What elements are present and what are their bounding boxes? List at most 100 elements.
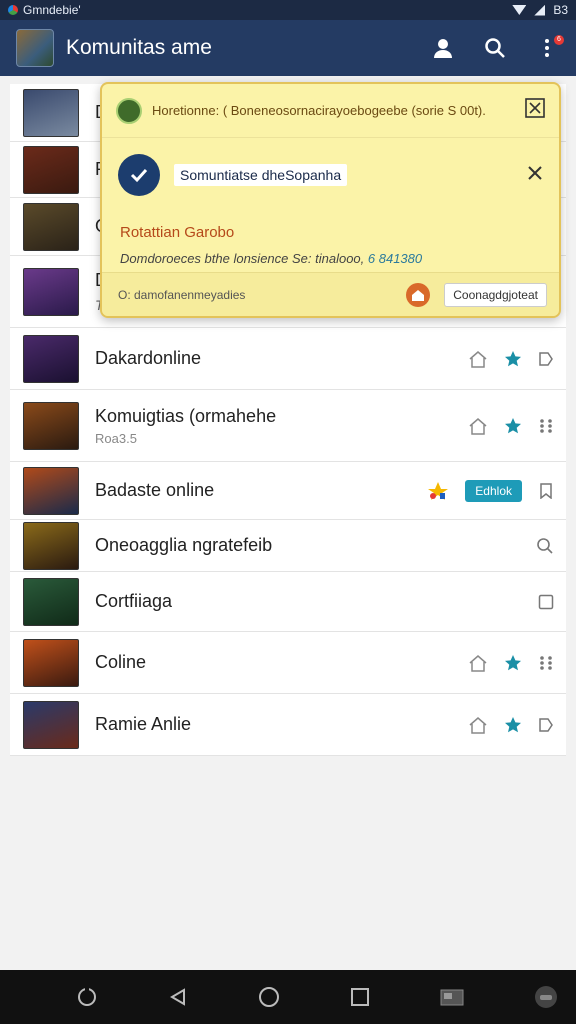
game-thumbnail — [23, 202, 79, 251]
more-vert-icon — [545, 39, 549, 57]
popup-body-title: Rotattian Garobo — [120, 224, 235, 241]
list-item-text: Komuigtias (ormahehe Roa3.5 — [95, 406, 468, 446]
media-icon[interactable] — [440, 987, 464, 1007]
person-icon — [434, 39, 452, 58]
status-app-name: Gmndebie' — [23, 3, 81, 17]
home-outline-icon[interactable] — [468, 654, 488, 672]
home-outline-icon[interactable] — [468, 716, 488, 734]
more-button[interactable]: 6 — [534, 35, 564, 61]
popup-card-title: Somuntiatse dheSopanha — [174, 164, 348, 186]
signal-icon — [534, 4, 546, 16]
list-item[interactable]: Dakardonline — [10, 328, 566, 390]
list-item[interactable]: Cortfiiaga — [10, 572, 566, 632]
popup-body-subtitle-text: Domdoroeces bthe lonsience Se: tinalooo, — [120, 251, 368, 266]
list-item-title: Ramie Anlie — [95, 714, 468, 735]
list-item[interactable]: Oneoagglia ngratefeib — [10, 520, 566, 572]
popup-footer: O: damofanenmeyadies Coonagdgjoteat — [102, 272, 559, 316]
close-button[interactable] — [527, 165, 543, 186]
list-item-title-text: Oneoagglia ngratefeib — [95, 535, 273, 555]
list-item-title-text: Cortfiiaga — [95, 591, 173, 611]
grid-icon[interactable] — [538, 418, 554, 434]
popup-header: Horetionne: ( Boneneosornacirayoebogeebe… — [102, 84, 559, 138]
list-item-title-text: Dakardonline — [95, 348, 202, 368]
bookmark-icon[interactable] — [538, 482, 554, 499]
close-box-icon — [525, 98, 545, 118]
game-thumbnail — [23, 466, 79, 515]
list-item-actions — [468, 716, 566, 734]
list-item[interactable]: Coline — [10, 632, 566, 694]
system-nav-bar — [0, 970, 576, 1024]
list-item-text: Ramie Anlie — [95, 714, 468, 735]
star-icon[interactable] — [504, 350, 522, 368]
list-item-title: Coline — [95, 652, 468, 673]
popup-action-button[interactable]: Coonagdgjoteat — [444, 282, 547, 307]
wifi-icon — [512, 5, 527, 15]
pin-icon — [427, 480, 449, 502]
home-outline-icon[interactable] — [468, 417, 488, 435]
list-item-text: Badaste online — [95, 480, 427, 501]
list-item-title-text: Badaste online — [95, 480, 215, 500]
recents-icon[interactable] — [350, 987, 370, 1007]
list-item-title-text: Ramie Anlie — [95, 714, 192, 734]
popup-body-number: 6 841380 — [367, 251, 423, 266]
app-logo[interactable] — [16, 29, 54, 67]
page-title: Komunitas ame — [66, 36, 212, 59]
list-item-title: Komuigtias (ormahehe — [95, 406, 468, 427]
list-item-title-text: Coline — [95, 652, 147, 672]
notification-popup: Horetionne: ( Boneneosornacirayoebogeebe… — [100, 82, 561, 318]
popup-body-subtitle: Domdoroeces bthe lonsience Se: tinalooo,… — [120, 251, 559, 266]
profile-button[interactable] — [430, 35, 456, 61]
list-item-actions — [468, 417, 566, 435]
search-button[interactable] — [482, 35, 508, 61]
tag-icon[interactable] — [538, 351, 554, 367]
home-outline-icon[interactable] — [468, 350, 488, 368]
list-item-text: Cortfiiaga — [95, 591, 538, 612]
game-thumbnail — [23, 700, 79, 749]
list-item-actions — [468, 350, 566, 368]
app-bar: Komunitas ame 6 — [0, 20, 576, 76]
game-thumbnail — [23, 267, 79, 316]
game-thumbnail — [23, 401, 79, 450]
game-thumbnail — [23, 88, 79, 137]
list-item-actions — [536, 537, 566, 555]
back-icon[interactable] — [168, 987, 188, 1007]
edit-button[interactable]: Edhlok — [465, 479, 522, 502]
notification-badge: 6 — [554, 35, 564, 45]
home-nav-icon[interactable] — [258, 986, 280, 1008]
popup-card: Somuntiatse dheSopanha — [102, 138, 559, 196]
checkbox-icon[interactable] — [538, 594, 554, 610]
home-icon[interactable] — [406, 282, 431, 307]
search-icon — [485, 38, 505, 58]
assistant-icon[interactable] — [76, 986, 98, 1008]
game-thumbnail — [23, 638, 79, 687]
popup-header-text: Horetionne: ( Boneneosornacirayoebogeebe… — [152, 103, 486, 118]
list-item-title: Cortfiiaga — [95, 591, 538, 612]
list-item-title-text: Komuigtias (ormahehe — [95, 405, 277, 426]
star-icon[interactable] — [504, 654, 522, 672]
list-item-actions — [468, 654, 566, 672]
game-controller-icon[interactable] — [534, 985, 558, 1009]
tag-icon[interactable] — [538, 717, 554, 733]
list-item[interactable]: Badaste online Edhlok — [10, 462, 566, 520]
list-item-title: Dakardonline — [95, 348, 468, 369]
list-item-title: Oneoagglia ngratefeib — [95, 535, 536, 556]
star-icon[interactable] — [504, 716, 522, 734]
game-thumbnail — [23, 577, 79, 626]
search-icon[interactable] — [536, 537, 554, 555]
list-item[interactable]: Ramie Anlie — [10, 694, 566, 756]
list-item-title: Badaste online — [95, 480, 427, 501]
check-icon — [118, 154, 160, 196]
avatar — [116, 97, 142, 124]
game-thumbnail — [23, 521, 79, 570]
list-item-text: Dakardonline — [95, 348, 468, 369]
popup-footer-note: O: damofanenmeyadies — [118, 287, 246, 302]
grid-icon[interactable] — [538, 655, 554, 671]
list-item-actions — [538, 594, 566, 610]
app-status-icon — [8, 5, 18, 15]
list-item-actions: Edhlok — [427, 479, 566, 502]
game-thumbnail — [23, 145, 79, 194]
game-thumbnail — [23, 334, 79, 383]
star-icon[interactable] — [504, 417, 522, 435]
list-item[interactable]: Komuigtias (ormahehe Roa3.5 — [10, 390, 566, 462]
close-box-button[interactable] — [525, 98, 545, 123]
